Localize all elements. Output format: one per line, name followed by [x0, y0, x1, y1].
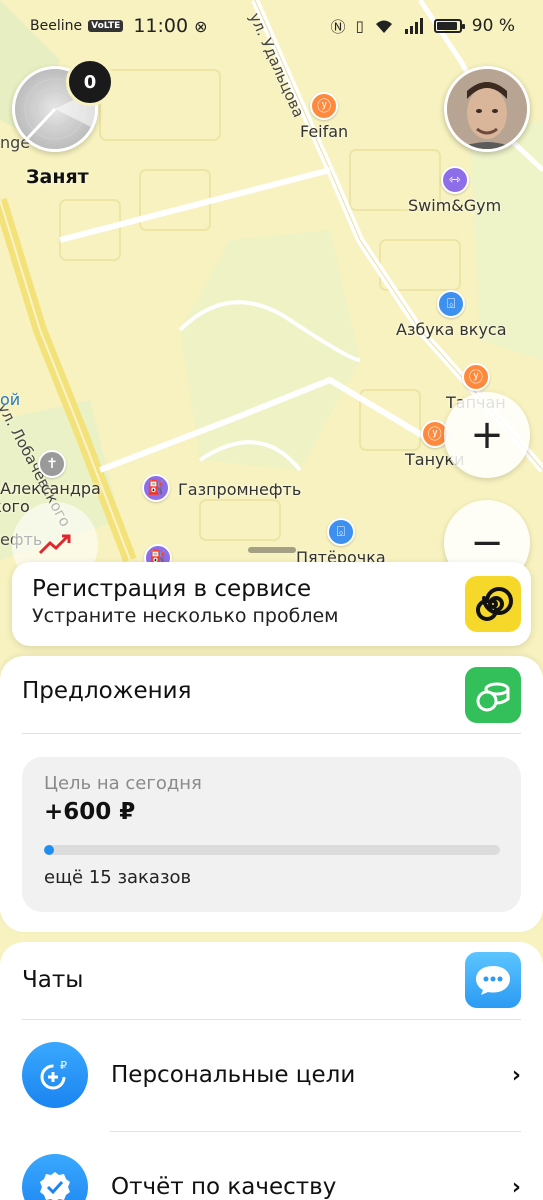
sheet-drag-handle[interactable] — [248, 547, 296, 553]
restaurant-icon: ⓨ — [461, 363, 490, 391]
coins-icon[interactable] — [465, 667, 521, 723]
menu-item-label: Чаты — [22, 967, 84, 993]
volte-badge: VoLTE — [88, 20, 124, 32]
offers-title[interactable]: Предложения — [22, 678, 191, 704]
trend-up-icon — [38, 534, 71, 555]
map-fragment-label: ой — [0, 390, 21, 409]
goal-remaining: ещё 15 заказов — [44, 867, 192, 888]
map-poi-pyaterochka[interactable]: ⌺ Пятёрочка — [296, 518, 386, 567]
menu-item-quality-report[interactable]: Отчёт по качеству › — [22, 1154, 521, 1200]
divider — [22, 733, 521, 734]
menu-item-personal-goals[interactable]: ₽ Персональные цели › — [22, 1042, 521, 1108]
vibrate-icon: ▯ — [355, 17, 364, 35]
fitness-icon: ⇿ — [440, 166, 469, 194]
menu-panel: Чаты ₽ Персональные цели › Отчёт по каче… — [0, 942, 543, 1200]
basket-icon: ⌺ — [326, 518, 355, 546]
goal-label: Цель на сегодня — [44, 773, 202, 794]
personal-goals-icon: ₽ — [22, 1042, 88, 1108]
battery-icon — [433, 19, 465, 33]
fuel-icon: ⛽ — [142, 474, 170, 502]
map-poi-gazpromneft[interactable]: ⛽ Газпромнефть — [142, 474, 301, 502]
avatar — [447, 69, 527, 149]
map-poi-swimgym[interactable]: ⇿ Swim&Gym — [408, 166, 501, 215]
clock: 11:00 — [133, 15, 189, 37]
quality-badge-icon — [22, 1154, 88, 1200]
restaurant-icon: ⓨ — [310, 92, 339, 120]
goal-progress-bar — [44, 845, 500, 855]
map-poi-azbuka[interactable]: ⌺ Азбука вкуса — [396, 290, 507, 339]
signal-icon — [404, 18, 423, 34]
wifi-icon — [375, 20, 392, 33]
basket-icon: ⌺ — [437, 290, 466, 318]
orders-count-badge: 0 — [66, 58, 114, 106]
offers-panel: Предложения Цель на сегодня +600 ₽ ещё 1… — [0, 656, 543, 932]
registration-subtitle: Устраните несколько проблем — [32, 605, 339, 627]
plus-icon: + — [470, 412, 504, 458]
goal-progress-fill — [44, 845, 55, 855]
profile-avatar-button[interactable] — [444, 66, 530, 152]
goal-value: +600 ₽ — [44, 799, 136, 825]
chevron-right-icon: › — [511, 1062, 521, 1088]
registration-card[interactable]: Регистрация в сервисе Устраните нескольк… — [12, 562, 531, 646]
status-bar: Beeline VoLTE 11:00 ⊗ Ⓝ ▯ 90 % — [0, 0, 543, 52]
church-icon: ✝ — [38, 450, 66, 478]
menu-item-label: Отчёт по качеству — [111, 1174, 337, 1200]
map-poi-feifan[interactable]: ⓨ Feifan — [300, 92, 348, 141]
menu-item-chats[interactable]: Чаты — [22, 952, 521, 1008]
notification-icon: ⊗ — [194, 16, 208, 36]
daily-goal-card[interactable]: Цель на сегодня +600 ₽ ещё 15 заказов — [22, 757, 521, 912]
chevron-right-icon: › — [511, 1174, 521, 1200]
registration-title: Регистрация в сервисе — [32, 576, 312, 602]
divider — [110, 1131, 521, 1132]
chat-bubble-icon — [465, 952, 521, 1008]
spiral-icon — [465, 576, 521, 632]
carrier-name: Beeline — [30, 18, 83, 34]
svg-text:₽: ₽ — [60, 1059, 67, 1072]
nfc-icon: Ⓝ — [330, 17, 346, 36]
minus-icon: − — [470, 520, 504, 566]
driver-status-label: Занят — [26, 166, 89, 188]
menu-item-label: Персональные цели — [111, 1062, 356, 1088]
battery-percent: 90 % — [471, 16, 515, 36]
divider — [22, 1019, 521, 1020]
zoom-in-button[interactable]: + — [444, 392, 530, 478]
